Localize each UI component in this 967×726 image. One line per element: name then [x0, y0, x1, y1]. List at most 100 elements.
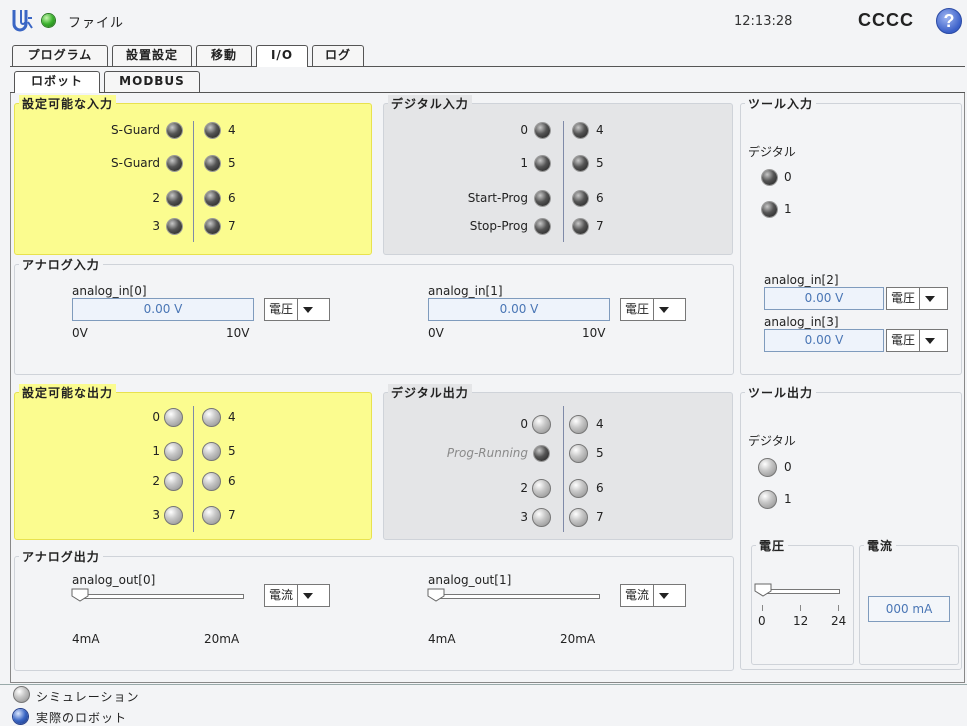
- chevron-down-icon: [654, 585, 674, 606]
- real-robot-radio-icon[interactable]: [13, 709, 28, 724]
- digital-output-led-icon[interactable]: [532, 479, 551, 498]
- tab-io[interactable]: I/O: [256, 45, 308, 67]
- group-title: ツール入力: [745, 95, 817, 112]
- help-icon[interactable]: ?: [936, 8, 962, 34]
- voltage-slider-track[interactable]: [760, 589, 840, 594]
- digital-output-label: 7: [596, 510, 604, 524]
- digital-output-led-icon[interactable]: [569, 444, 588, 463]
- digital-output-led-icon[interactable]: [532, 415, 551, 434]
- tool-input-label: 0: [784, 170, 792, 184]
- analog-output-mode-dropdown[interactable]: 電流: [264, 584, 330, 607]
- config-input-led-icon: [167, 123, 182, 138]
- digital-output-led-icon[interactable]: [569, 508, 588, 527]
- tool-digital-label: デジタル: [748, 434, 796, 448]
- divider: [563, 406, 564, 532]
- digital-input-led-icon: [535, 191, 550, 206]
- analog-output-label: analog_out[1]: [428, 573, 512, 587]
- scale-max: 10V: [582, 326, 606, 340]
- tool-output-label: 1: [784, 492, 792, 506]
- config-output-label: 0: [152, 410, 160, 424]
- scale-min: 0V: [72, 326, 88, 340]
- tab-divider: [10, 66, 965, 67]
- tool-digital-label: デジタル: [748, 145, 796, 159]
- clock: 12:13:28: [734, 14, 793, 29]
- tick: [838, 605, 839, 611]
- tool-output-led-icon[interactable]: [758, 490, 777, 509]
- config-output-led-icon[interactable]: [164, 472, 183, 491]
- simulation-label[interactable]: シミュレーション: [36, 688, 140, 705]
- digital-output-label: 0: [520, 417, 528, 431]
- config-output-led-icon[interactable]: [202, 472, 221, 491]
- chevron-down-icon: [298, 585, 318, 606]
- analog-output-slider-thumb-icon[interactable]: [71, 588, 89, 602]
- tool-output-led-icon[interactable]: [758, 458, 777, 477]
- tool-analog-value: 0.00 V: [764, 287, 884, 310]
- analog-output-slider-track[interactable]: [76, 594, 244, 599]
- config-input-led-icon: [167, 156, 182, 171]
- status-led-icon: [42, 14, 55, 27]
- config-input-label: 2: [152, 191, 160, 205]
- digital-output-led-icon[interactable]: [532, 508, 551, 527]
- voltage-slider-thumb-icon[interactable]: [754, 583, 772, 597]
- digital-output-label: Prog-Running: [446, 446, 528, 460]
- digital-input-label: 5: [596, 156, 604, 170]
- tool-analog-mode-dropdown[interactable]: 電圧: [886, 287, 948, 310]
- tool-analog-mode-dropdown[interactable]: 電圧: [886, 329, 948, 352]
- footer-divider: [0, 684, 967, 685]
- divider: [193, 121, 194, 242]
- dropdown-label: 電流: [265, 585, 299, 606]
- digital-input-label: Start-Prog: [467, 191, 528, 205]
- tab-installation[interactable]: 設置設定: [112, 45, 192, 66]
- tool-analog-label: analog_in[3]: [764, 315, 839, 329]
- analog-output-slider-thumb-icon[interactable]: [427, 588, 445, 602]
- analog-input-label: analog_in[1]: [428, 284, 503, 298]
- analog-output-label: analog_out[0]: [72, 573, 156, 587]
- config-output-label: 5: [228, 444, 236, 458]
- digital-output-led-icon[interactable]: [569, 479, 588, 498]
- config-output-label: 1: [152, 444, 160, 458]
- chevron-down-icon: [920, 288, 940, 309]
- subtab-robot[interactable]: ロボット: [14, 71, 100, 93]
- analog-output-mode-dropdown[interactable]: 電流: [620, 584, 686, 607]
- config-output-led-icon[interactable]: [202, 506, 221, 525]
- config-output-led-icon[interactable]: [164, 408, 183, 427]
- tool-input-led-icon: [762, 202, 777, 217]
- digital-output-label: 4: [596, 417, 604, 431]
- group-title: アナログ入力: [19, 256, 103, 273]
- file-menu[interactable]: ファイル: [68, 12, 124, 31]
- config-output-led-icon[interactable]: [164, 442, 183, 461]
- tab-program[interactable]: プログラム: [12, 45, 108, 66]
- digital-input-led-icon: [573, 219, 588, 234]
- digital-input-led-icon: [535, 219, 550, 234]
- simulation-radio-icon[interactable]: [13, 686, 30, 703]
- digital-output-label: 5: [596, 446, 604, 460]
- analog-input-mode-dropdown[interactable]: 電圧: [620, 298, 686, 321]
- subtab-modbus[interactable]: MODBUS: [104, 71, 200, 92]
- analog-input-value: 0.00 V: [428, 298, 610, 321]
- tool-analog-value: 0.00 V: [764, 329, 884, 352]
- digital-input-label: 4: [596, 123, 604, 137]
- config-input-led-icon: [205, 219, 220, 234]
- dropdown-label: 電圧: [887, 330, 921, 351]
- tab-log[interactable]: ログ: [312, 45, 364, 66]
- digital-input-label: 0: [520, 123, 528, 137]
- real-robot-label[interactable]: 実際のロボット: [36, 709, 127, 726]
- digital-output-led-icon[interactable]: [569, 415, 588, 434]
- digital-output-label: 2: [520, 481, 528, 495]
- chevron-down-icon: [654, 299, 674, 320]
- scale-min: 4mA: [72, 632, 100, 646]
- config-output-led-icon[interactable]: [202, 442, 221, 461]
- analog-input-mode-dropdown[interactable]: 電圧: [264, 298, 330, 321]
- chevron-down-icon: [298, 299, 318, 320]
- digital-input-label: Stop-Prog: [469, 219, 528, 233]
- group-title: デジタル出力: [388, 384, 472, 401]
- config-output-led-icon[interactable]: [202, 408, 221, 427]
- config-input-label: S-Guard: [111, 123, 160, 137]
- config-output-led-icon[interactable]: [164, 506, 183, 525]
- analog-input-label: analog_in[0]: [72, 284, 147, 298]
- dropdown-label: 電圧: [887, 288, 921, 309]
- tool-input-label: 1: [784, 202, 792, 216]
- tab-move[interactable]: 移動: [196, 45, 252, 66]
- tool-input-led-icon: [762, 170, 777, 185]
- analog-output-slider-track[interactable]: [432, 594, 600, 599]
